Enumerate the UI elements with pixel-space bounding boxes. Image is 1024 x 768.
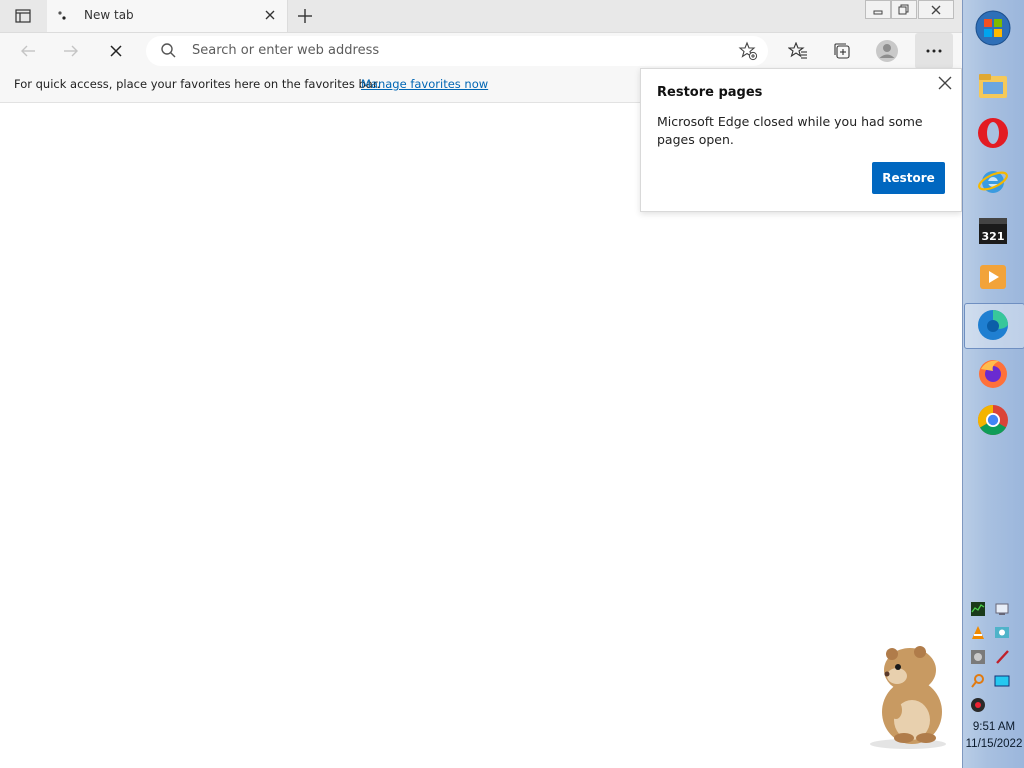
svg-text:321: 321 bbox=[982, 230, 1005, 243]
clock-date: 11/15/2022 bbox=[965, 738, 1023, 750]
clock-time: 9:51 AM bbox=[972, 721, 1016, 733]
loading-spinner-icon bbox=[58, 11, 66, 20]
forward-arrow-icon bbox=[64, 45, 78, 57]
edge-icon bbox=[978, 310, 1008, 340]
taskbar-internet-explorer[interactable] bbox=[971, 159, 1015, 203]
tab-strip: New tab bbox=[0, 0, 962, 33]
internet-explorer-icon bbox=[978, 171, 1008, 193]
stop-icon bbox=[110, 45, 122, 57]
more-dots-icon bbox=[926, 49, 942, 53]
address-bar[interactable]: Search or enter web address bbox=[146, 36, 768, 66]
tray-pen-icon[interactable] bbox=[994, 649, 1010, 665]
profile-button[interactable] bbox=[873, 37, 901, 65]
favorites-bar-message: For quick access, place your favorites h… bbox=[14, 77, 381, 91]
taskbar-edge[interactable] bbox=[971, 303, 1015, 347]
back-button[interactable] bbox=[14, 37, 42, 65]
restore-button[interactable]: Restore bbox=[872, 162, 945, 194]
add-favorite-icon[interactable] bbox=[738, 41, 758, 61]
taskbar-clock[interactable]: 9:51 AM 11/15/2022 bbox=[963, 719, 1024, 753]
start-button[interactable] bbox=[971, 6, 1015, 50]
tray-vlc-icon[interactable] bbox=[970, 625, 986, 641]
chrome-icon bbox=[977, 405, 1008, 436]
tray-record-icon[interactable] bbox=[970, 697, 986, 713]
restore-window-button[interactable] bbox=[891, 0, 917, 19]
tab-actions-button[interactable] bbox=[10, 6, 36, 26]
tray-network-icon[interactable] bbox=[994, 601, 1010, 617]
navigation-toolbar: Search or enter web address bbox=[0, 33, 962, 69]
plus-icon bbox=[298, 9, 312, 23]
restore-window-icon bbox=[898, 4, 909, 14]
taskbar: 321 9:51 AM 11/15/2022 bbox=[962, 0, 1024, 768]
tray-display-icon[interactable] bbox=[994, 673, 1010, 689]
browser-window: New tab Search or enter web address For … bbox=[0, 0, 962, 768]
back-arrow-icon bbox=[21, 45, 35, 57]
restore-dialog-title: Restore pages bbox=[657, 85, 763, 100]
tray-monitor-icon[interactable] bbox=[994, 625, 1010, 641]
tab-new-tab[interactable]: New tab bbox=[47, 0, 288, 32]
start-orb-icon bbox=[975, 10, 1011, 46]
firefox-icon bbox=[979, 360, 1007, 388]
taskbar-video-player[interactable] bbox=[971, 255, 1015, 299]
close-dialog-icon[interactable] bbox=[937, 75, 953, 91]
hamster-mascot-image bbox=[870, 646, 946, 749]
tab-close-icon[interactable] bbox=[263, 8, 277, 22]
collections-icon bbox=[834, 43, 850, 59]
taskbar-opera[interactable] bbox=[971, 111, 1015, 155]
address-placeholder: Search or enter web address bbox=[192, 43, 380, 58]
collections-button[interactable] bbox=[828, 37, 856, 65]
favorites-icon bbox=[788, 42, 807, 59]
favorites-button[interactable] bbox=[784, 37, 812, 65]
taskbar-chrome[interactable] bbox=[971, 398, 1015, 442]
profile-avatar-icon bbox=[876, 40, 898, 62]
manage-favorites-link[interactable]: Manage favorites now bbox=[361, 77, 488, 91]
minimize-icon bbox=[873, 10, 883, 14]
settings-more-button[interactable] bbox=[915, 33, 953, 69]
taskbar-firefox[interactable] bbox=[971, 351, 1015, 395]
new-tab-button[interactable] bbox=[293, 6, 317, 26]
taskbar-media-player-classic[interactable]: 321 bbox=[971, 208, 1015, 252]
stop-loading-button[interactable] bbox=[102, 37, 130, 65]
opera-icon bbox=[978, 118, 1008, 148]
tray-settings-icon[interactable] bbox=[970, 649, 986, 665]
close-window-button[interactable] bbox=[918, 0, 954, 19]
taskbar-file-explorer[interactable] bbox=[971, 64, 1015, 108]
restore-pages-dialog: Restore pages Microsoft Edge closed whil… bbox=[640, 68, 962, 212]
video-player-icon bbox=[980, 265, 1006, 289]
search-icon bbox=[161, 43, 176, 58]
close-window-icon bbox=[931, 5, 941, 14]
tray-search-icon[interactable] bbox=[970, 673, 986, 689]
forward-button[interactable] bbox=[57, 37, 85, 65]
tray-task-manager-icon[interactable] bbox=[970, 601, 986, 617]
media-player-classic-icon: 321 bbox=[979, 218, 1007, 244]
restore-dialog-body: Microsoft Edge closed while you had some… bbox=[657, 114, 923, 147]
minimize-button[interactable] bbox=[865, 0, 891, 19]
file-explorer-icon bbox=[979, 74, 1007, 98]
tab-title: New tab bbox=[84, 8, 134, 22]
tab-actions-icon bbox=[15, 9, 31, 23]
